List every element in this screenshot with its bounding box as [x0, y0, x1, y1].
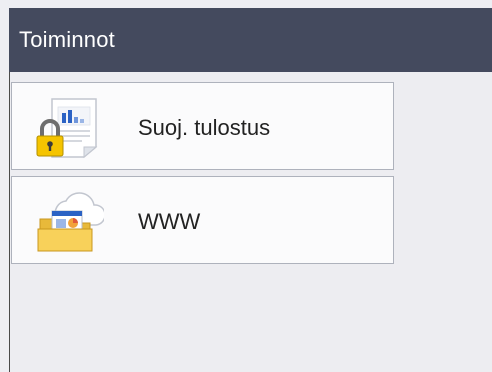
menu-item-www[interactable]: WWW: [11, 176, 394, 264]
secure-print-icon: [36, 98, 98, 159]
menu-item-label: Suoj. tulostus: [138, 115, 271, 140]
menu-item-secure-print[interactable]: Suoj. tulostus: [11, 82, 394, 170]
header-bar: Toiminnot: [9, 8, 492, 72]
web-folder-icon: [37, 192, 104, 252]
page-title: Toiminnot: [19, 27, 115, 52]
screen: Toiminnot Suoj. tulostus WWW: [0, 0, 492, 372]
menu-item-label: WWW: [138, 209, 201, 234]
